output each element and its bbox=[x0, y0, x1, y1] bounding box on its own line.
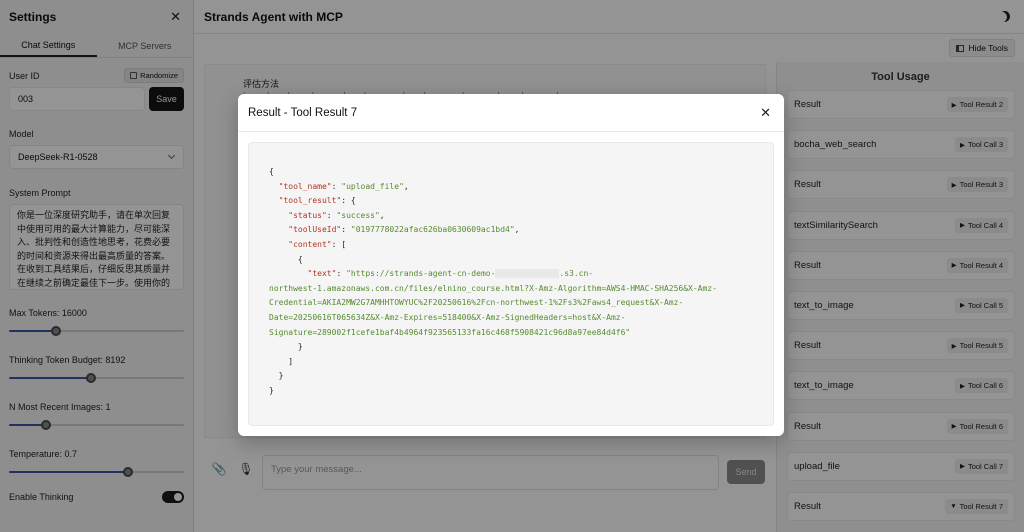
code-value: northwest-1.amazonaws.com.cn/files/elnin… bbox=[269, 283, 717, 293]
code-key: "status" bbox=[288, 210, 327, 220]
close-icon[interactable]: ✕ bbox=[760, 105, 771, 121]
code-key: "content" bbox=[288, 239, 332, 249]
code-value: "https://strands-agent-cn-demo- bbox=[346, 269, 496, 279]
code-brace: { bbox=[269, 167, 274, 176]
json-code-block: { "tool_name": "upload_file", "tool_resu… bbox=[248, 142, 774, 426]
code-key: "toolUseId" bbox=[288, 225, 342, 235]
tool-result-modal: Result - Tool Result 7 ✕ { "tool_name": … bbox=[238, 94, 784, 436]
code-value: Signature=289002f1cefe1baf4b4964f9235651… bbox=[269, 327, 631, 337]
code-value: "success" bbox=[336, 210, 380, 220]
code-value: "0197778022afac626ba0630609ac1bd4" bbox=[350, 225, 515, 235]
redacted-block bbox=[495, 269, 560, 279]
modal-header: Result - Tool Result 7 ✕ bbox=[238, 94, 784, 132]
code-value: .s3.cn- bbox=[559, 269, 594, 279]
code-key: "tool_result" bbox=[278, 196, 342, 206]
code-key: "tool_name" bbox=[278, 181, 332, 191]
modal-title: Result - Tool Result 7 bbox=[248, 106, 358, 119]
code-key: "text" bbox=[307, 269, 337, 279]
code-value: Credential=AKIA2MW2G7AMHHTOWYUC%2F202506… bbox=[269, 298, 684, 308]
code-value: Date=20250616T065634Z&X-Amz-Expires=5184… bbox=[269, 312, 626, 322]
code-value: "upload_file" bbox=[341, 181, 404, 191]
